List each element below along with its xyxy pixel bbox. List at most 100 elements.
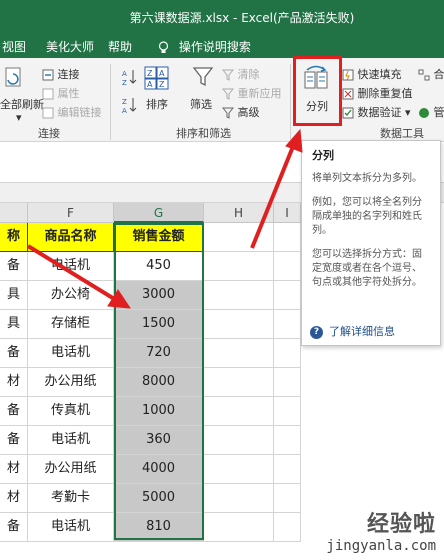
cell-sales-amount[interactable]: 720 [114,339,204,368]
cell-category[interactable]: 具 [0,310,28,339]
dropdown-arrow-icon[interactable]: ▾ [405,106,411,119]
svg-text:A: A [159,69,165,78]
filter-button[interactable]: 筛选 [190,96,212,112]
manage-data-model-button[interactable]: 管 [418,104,444,120]
empty-cell[interactable] [204,513,274,542]
cell-product-name[interactable]: 考勤卡 [28,484,114,513]
remove-duplicates-button[interactable]: 删除重复值 [342,85,413,101]
clear-label: 清除 [237,68,260,81]
header-cell-sales-amount[interactable]: 销售金额 [114,223,204,252]
cell-product-name[interactable]: 电话机 [28,426,114,455]
watermark-cn: 经验啦 [366,512,436,537]
data-validation-icon [342,107,354,119]
sort-za-button[interactable]: ZA [122,96,138,117]
menu-help[interactable]: 帮助 [108,38,132,55]
cell-sales-amount[interactable]: 5000 [114,484,204,513]
menu-view[interactable]: 视图 [2,38,26,55]
learn-more-link[interactable]: ? 了解详细信息 [310,325,395,339]
cell-category[interactable]: 材 [0,484,28,513]
sort-button[interactable]: 排序 [146,96,168,112]
reapply-label: 重新应用 [237,87,282,100]
cell-product-name[interactable]: 办公椅 [28,281,114,310]
edit-links-button[interactable]: 编辑链接 [42,104,102,120]
empty-cell[interactable] [204,426,274,455]
empty-cell[interactable] [204,310,274,339]
cell-category[interactable]: 材 [0,455,28,484]
header-cell-category[interactable]: 称 [0,223,28,252]
cell-sales-amount[interactable]: 810 [114,513,204,542]
flash-fill-button[interactable]: 快速填充 [342,66,402,82]
cell-category[interactable]: 具 [0,281,28,310]
connections-button[interactable]: 连接 [42,66,80,82]
cell-category[interactable]: 备 [0,339,28,368]
refresh-all-button[interactable]: 全部刷新 [0,96,44,112]
learn-more-label: 了解详细信息 [329,325,395,338]
cell-sales-amount[interactable]: 1000 [114,397,204,426]
text-to-columns-button[interactable]: 分列 [306,98,328,114]
cell-sales-amount[interactable]: 4000 [114,455,204,484]
connections-label: 连接 [57,68,80,81]
empty-cell[interactable] [274,223,301,252]
cell-product-name[interactable]: 办公用纸 [28,455,114,484]
cell-product-name[interactable]: 电话机 [28,252,114,281]
empty-cell[interactable] [204,455,274,484]
advanced-filter-button[interactable]: 高级 [222,104,260,120]
clear-filter-icon [222,69,234,81]
column-header-h[interactable]: H [204,203,274,223]
cell-sales-amount[interactable]: 450 [114,252,204,281]
tell-me-search[interactable]: 操作说明搜索 [158,38,251,55]
ribbon-divider [110,64,111,140]
cell-category[interactable]: 备 [0,397,28,426]
data-model-icon [419,108,429,118]
watermark: 经验啦 jingyanla.com [326,506,436,554]
empty-cell[interactable] [274,455,301,484]
sort-az-button[interactable]: AZ [122,68,138,89]
cell-product-name[interactable]: 电话机 [28,339,114,368]
empty-cell[interactable] [274,281,301,310]
reapply-icon [222,88,234,100]
cell-category[interactable]: 材 [0,368,28,397]
consolidate-button[interactable]: 合 [418,66,444,82]
empty-cell[interactable] [204,252,274,281]
empty-cell[interactable] [204,281,274,310]
cell-category[interactable]: 备 [0,426,28,455]
empty-cell[interactable] [274,484,301,513]
refresh-dropdown-icon[interactable]: ▾ [16,111,22,124]
cell-product-name[interactable]: 传真机 [28,397,114,426]
header-cell-product-name[interactable]: 商品名称 [28,223,114,252]
empty-cell[interactable] [204,368,274,397]
column-header-e[interactable] [0,203,28,223]
cell-category[interactable]: 备 [0,252,28,281]
empty-cell[interactable] [204,484,274,513]
cell-sales-amount[interactable]: 8000 [114,368,204,397]
cell-sales-amount[interactable]: 1500 [114,310,204,339]
empty-cell[interactable] [274,339,301,368]
reapply-button[interactable]: 重新应用 [222,85,282,101]
properties-button[interactable]: 属性 [42,85,80,101]
empty-cell[interactable] [274,252,301,281]
empty-cell[interactable] [274,513,301,542]
empty-cell[interactable] [274,426,301,455]
empty-cell[interactable] [204,339,274,368]
empty-cell[interactable] [274,310,301,339]
cell-sales-amount[interactable]: 3000 [114,281,204,310]
empty-cell[interactable] [204,223,274,252]
column-header-g[interactable]: G [114,203,204,223]
remove-duplicates-icon [342,88,354,100]
column-header-f[interactable]: F [28,203,114,223]
data-validation-button[interactable]: 数据验证 ▾ [342,104,411,120]
cell-product-name[interactable]: 电话机 [28,513,114,542]
column-header-i[interactable]: I [274,203,301,223]
cell-sales-amount[interactable]: 360 [114,426,204,455]
cell-product-name[interactable]: 存储柜 [28,310,114,339]
window-title: 第六课数据源.xlsx - Excel(产品激活失败) [129,11,355,25]
menu-beautify[interactable]: 美化大师 [46,38,94,55]
empty-cell[interactable] [204,397,274,426]
clear-filter-button[interactable]: 清除 [222,66,260,82]
empty-cell[interactable] [274,397,301,426]
sort-dialog-icon: ZAAZ [144,66,170,93]
cell-product-name[interactable]: 办公用纸 [28,368,114,397]
empty-cell[interactable] [274,368,301,397]
properties-icon [42,88,54,100]
cell-category[interactable]: 备 [0,513,28,542]
